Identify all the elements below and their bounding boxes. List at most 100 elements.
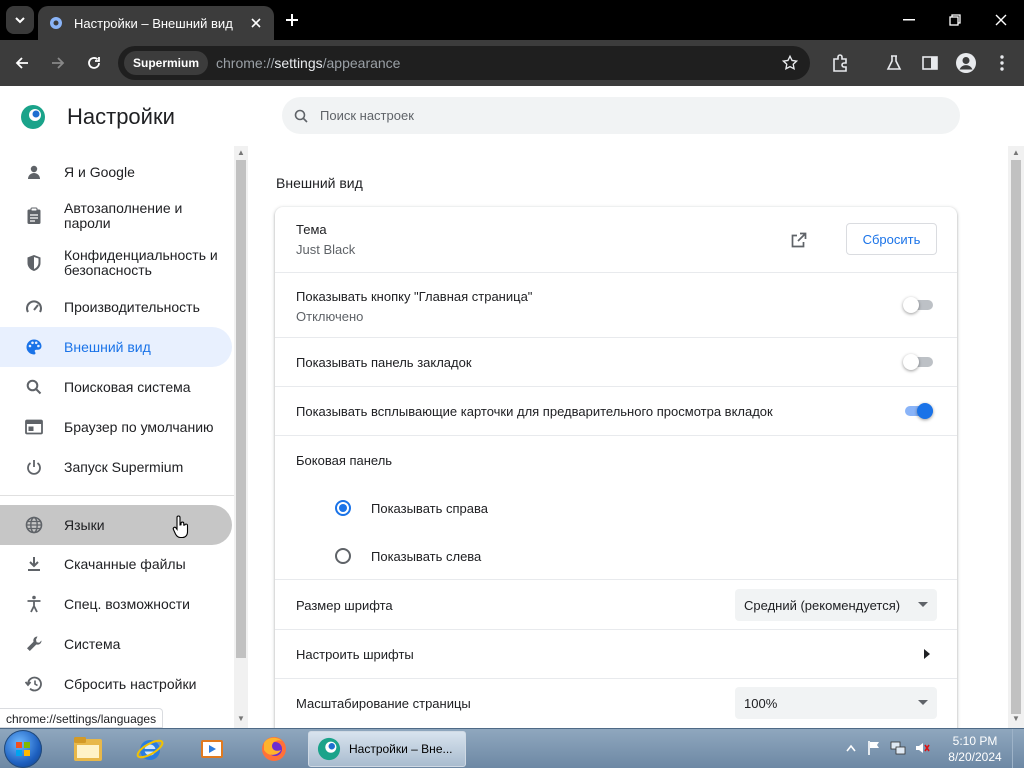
extensions-icon[interactable] [826, 49, 854, 77]
search-icon [294, 109, 308, 123]
forward-button[interactable] [44, 49, 72, 77]
sidebar-item-privacy[interactable]: Конфиденциальность и безопасность [0, 243, 232, 283]
labs-flask-icon[interactable] [880, 49, 908, 77]
side-panel-right-label[interactable]: Показывать справа [371, 501, 488, 516]
scroll-down-arrow-icon[interactable]: ▼ [236, 714, 246, 724]
settings-main: Внешний вид Тема Just Black Сбросить Пок… [248, 146, 1008, 728]
font-size-select[interactable]: Средний (рекомендуется) [735, 589, 937, 621]
site-info-chip[interactable]: Supermium [124, 51, 209, 75]
reset-theme-button[interactable]: Сбросить [846, 223, 937, 255]
main-scrollbar[interactable]: ▲ ▼ [1008, 146, 1024, 728]
sidebar-item-label: Внешний вид [64, 338, 151, 355]
taskbar-clock[interactable]: 5:10 PM 8/20/2024 [942, 733, 1008, 765]
sidebar-item-appearance[interactable]: Внешний вид [0, 327, 232, 367]
shield-icon [24, 253, 44, 273]
restore-button[interactable] [932, 0, 978, 40]
settings-search-input[interactable]: Поиск настроек [282, 97, 960, 134]
home-button-row[interactable]: Показывать кнопку "Главная страница" Отк… [275, 272, 957, 337]
page-zoom-value: 100% [744, 695, 778, 711]
gear-icon [48, 15, 64, 31]
taskbar-ie-button[interactable] [122, 731, 178, 767]
side-panel-row: Боковая панель Показывать справа Показыв… [275, 435, 957, 579]
side-panel-left-radio[interactable] [335, 548, 351, 564]
taskbar-media-player-button[interactable] [184, 731, 240, 767]
plus-icon [286, 14, 298, 26]
sidebar-item-label: Я и Google [64, 163, 135, 180]
folder-icon [74, 737, 102, 761]
scroll-up-arrow-icon[interactable]: ▲ [236, 148, 246, 158]
tab-search-button[interactable] [6, 6, 34, 34]
kebab-menu-icon[interactable] [988, 49, 1016, 77]
hand-cursor-icon [172, 515, 190, 539]
sidebar-item-system[interactable]: Система [0, 628, 232, 660]
side-panel-icon[interactable] [916, 49, 944, 77]
clock-date: 8/20/2024 [948, 750, 1002, 764]
page-zoom-select[interactable]: 100% [735, 687, 937, 719]
start-button[interactable] [4, 730, 42, 768]
volume-muted-icon[interactable] [914, 740, 930, 756]
show-desktop-button[interactable] [1012, 729, 1024, 768]
sidebar-item-autofill[interactable]: Автозаполнение и пароли [0, 196, 232, 236]
bookmark-star-icon[interactable] [776, 49, 804, 77]
appearance-card: Тема Just Black Сбросить Показывать кноп… [275, 207, 957, 728]
theme-row[interactable]: Тема Just Black Сбросить [275, 207, 957, 272]
page-zoom-row: Масштабирование страницы 100% [275, 678, 957, 728]
new-tab-button[interactable] [280, 8, 304, 32]
hover-cards-label: Показывать всплывающие карточки для пред… [296, 404, 773, 419]
open-external-icon[interactable] [789, 230, 809, 250]
back-button[interactable] [8, 49, 36, 77]
sidebar-item-performance[interactable]: Производительность [0, 291, 232, 323]
sidebar-item-downloads[interactable]: Скачанные файлы [0, 548, 232, 580]
sidebar-item-label: Автозаполнение и пароли [64, 200, 183, 231]
close-tab-icon[interactable] [248, 15, 264, 31]
address-bar[interactable]: Supermium chrome://settings/appearance [118, 46, 810, 80]
palette-icon [24, 337, 44, 357]
minimize-button[interactable] [886, 0, 932, 40]
reload-button[interactable] [80, 49, 108, 77]
hover-cards-row[interactable]: Показывать всплывающие карточки для пред… [275, 386, 957, 435]
globe-icon [24, 515, 44, 535]
sidebar-item-search-engine[interactable]: Поисковая система [0, 371, 232, 403]
tray-show-hidden-icon[interactable] [843, 740, 859, 756]
sidebar-scroll-thumb[interactable] [236, 160, 246, 658]
sidebar-item-label: Производительность [64, 298, 200, 315]
tab-settings-appearance[interactable]: Настройки – Внешний вид [38, 6, 274, 40]
home-button-status: Отключено [296, 309, 364, 324]
scroll-up-arrow-icon[interactable]: ▲ [1011, 148, 1021, 158]
action-center-flag-icon[interactable] [866, 740, 882, 756]
sidebar-item-label: Спец. возможности [64, 595, 190, 612]
bookmarks-bar-row[interactable]: Показывать панель закладок [275, 337, 957, 386]
sidebar-item-reset[interactable]: Сбросить настройки [0, 668, 232, 700]
download-icon [24, 554, 44, 574]
sidebar-item-accessibility[interactable]: Спец. возможности [0, 588, 232, 620]
sidebar-item-languages[interactable]: Языки [0, 505, 232, 545]
page-title: Настройки [67, 104, 175, 129]
taskbar-firefox-button[interactable] [246, 731, 302, 767]
arrow-right-icon [52, 57, 65, 69]
side-panel-left-label[interactable]: Показывать слева [371, 549, 481, 564]
bookmarks-bar-toggle[interactable] [903, 352, 933, 372]
close-window-button[interactable] [978, 0, 1024, 40]
hover-cards-toggle[interactable] [903, 401, 933, 421]
scroll-down-arrow-icon[interactable]: ▼ [1011, 714, 1021, 724]
home-button-toggle[interactable] [903, 295, 933, 315]
taskbar-explorer-button[interactable] [60, 731, 116, 767]
close-icon [995, 14, 1007, 26]
search-icon [24, 377, 44, 397]
sidebar-item-startup[interactable]: Запуск Supermium [0, 451, 232, 483]
windows-taskbar: Настройки – Вне... 5:10 PM 8/20/2024 [0, 728, 1024, 768]
side-panel-right-radio[interactable] [335, 500, 351, 516]
sidebar-item-default-browser[interactable]: Браузер по умолчанию [0, 411, 232, 443]
sidebar-item-label: Конфиденциальность и безопасность [64, 247, 218, 278]
main-scroll-thumb[interactable] [1011, 160, 1021, 714]
search-placeholder: Поиск настроек [320, 108, 414, 123]
profile-avatar-icon[interactable] [952, 49, 980, 77]
network-icon[interactable] [890, 740, 906, 756]
browser-toolbar: Supermium chrome://settings/appearance [0, 40, 1024, 86]
taskbar-supermium-task[interactable]: Настройки – Вне... [308, 731, 466, 767]
sidebar-scrollbar[interactable]: ▲ ▼ [234, 146, 248, 728]
customize-fonts-row[interactable]: Настроить шрифты [275, 629, 957, 678]
firefox-icon [262, 737, 286, 761]
sidebar-item-you-and-google[interactable]: Я и Google [0, 156, 232, 188]
supermium-logo-icon [20, 104, 46, 130]
